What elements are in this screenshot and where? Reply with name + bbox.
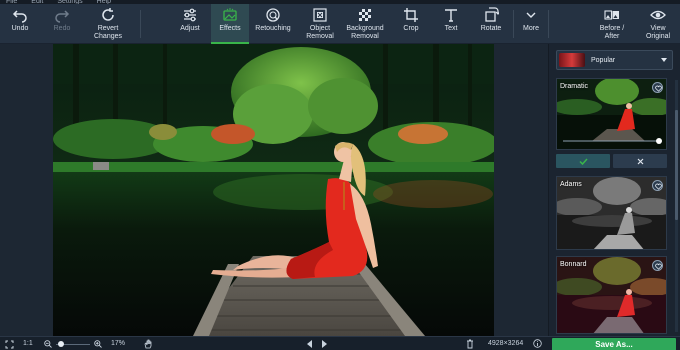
view-original-label: View Original xyxy=(645,25,671,40)
eye-icon xyxy=(650,10,666,20)
photo-image xyxy=(53,44,494,336)
undo-button[interactable]: Undo xyxy=(4,4,36,44)
retouching-icon xyxy=(266,8,280,22)
undo-icon xyxy=(12,10,27,23)
tab-adjust[interactable]: Adjust xyxy=(170,4,210,44)
cancel-filter-button[interactable] xyxy=(613,154,667,168)
before-after-button[interactable]: Before / After xyxy=(591,4,633,44)
photo-editor-window: File Edit Settings Help Undo Redo Revert Ch… xyxy=(0,0,680,350)
image-dimensions: 4928×3264 xyxy=(488,340,524,347)
hand-tool-icon[interactable] xyxy=(144,339,153,349)
tab-text[interactable]: Text xyxy=(436,4,466,44)
undo-label: Undo xyxy=(11,25,29,32)
previous-image-icon[interactable] xyxy=(306,340,313,348)
filter-label: Bonnard xyxy=(560,261,587,268)
tab-object-removal[interactable]: Object Removal xyxy=(300,4,340,44)
tab-retouching[interactable]: Retouching xyxy=(252,4,294,44)
chevron-down-icon xyxy=(526,12,536,18)
favorite-heart-icon[interactable] xyxy=(652,82,663,93)
text-label: Text xyxy=(444,25,458,32)
filter-label: Adams xyxy=(560,181,582,188)
category-thumbnail xyxy=(559,53,585,67)
filter-card-bonnard[interactable]: Bonnard xyxy=(556,256,667,334)
effects-label: Effects xyxy=(219,25,241,32)
fit-screen-icon[interactable] xyxy=(5,340,14,349)
text-icon xyxy=(445,9,457,22)
redo-label: Redo xyxy=(53,25,71,32)
more-label: More xyxy=(523,25,539,32)
redo-icon xyxy=(55,10,70,23)
panel-scrollbar[interactable] xyxy=(675,80,678,332)
background-removal-icon xyxy=(359,9,371,21)
next-image-icon[interactable] xyxy=(321,340,328,348)
trash-icon[interactable] xyxy=(466,339,474,349)
filter-card-adams[interactable]: Adams xyxy=(556,176,667,250)
crop-icon xyxy=(404,8,418,22)
more-button[interactable]: More xyxy=(516,4,546,44)
actual-size-button[interactable]: 1:1 xyxy=(23,340,33,348)
revert-changes-button[interactable]: Revert Changes xyxy=(86,4,130,44)
retouching-label: Retouching xyxy=(255,25,291,32)
tab-background-removal[interactable]: Background Removal xyxy=(342,4,388,44)
zoom-in-icon[interactable] xyxy=(94,340,102,348)
filter-card-dramatic[interactable]: Dramatic xyxy=(556,78,667,150)
tab-effects[interactable]: Effects xyxy=(211,4,249,44)
filter-label: Dramatic xyxy=(560,83,589,90)
scrollbar-thumb[interactable] xyxy=(675,110,678,220)
info-icon[interactable] xyxy=(533,339,542,348)
favorite-heart-icon[interactable] xyxy=(652,180,663,191)
effects-icon xyxy=(223,8,237,21)
tab-rotate[interactable]: Rotate xyxy=(475,4,507,44)
preset-category-value: Popular xyxy=(591,56,616,64)
effects-panel: Popular Dramatic Adams Bonnard xyxy=(548,44,680,336)
revert-label: Revert Changes xyxy=(93,25,123,40)
redo-button[interactable]: Redo xyxy=(46,4,78,44)
rotate-label: Rotate xyxy=(480,25,502,32)
edited-photo[interactable] xyxy=(53,44,494,336)
before-after-icon xyxy=(604,10,619,20)
bonnard-preview xyxy=(557,257,666,333)
tab-crop[interactable]: Crop xyxy=(396,4,426,44)
revert-icon xyxy=(102,8,114,21)
apply-filter-button[interactable] xyxy=(556,154,610,168)
zoom-level: 17% xyxy=(111,340,126,347)
dropdown-arrow-icon xyxy=(661,58,667,62)
status-bar: 1:1 17% 4928×3264 Save As... xyxy=(0,336,680,350)
main-toolbar: Undo Redo Revert Changes Adjust Effects … xyxy=(0,4,680,44)
zoom-slider-handle[interactable] xyxy=(58,341,64,347)
zoom-out-icon[interactable] xyxy=(44,340,52,348)
before-after-label: Before / After xyxy=(599,25,625,40)
preset-category-dropdown[interactable]: Popular xyxy=(556,50,673,70)
save-as-button[interactable]: Save As... xyxy=(552,338,676,350)
toolbar-divider xyxy=(513,10,514,38)
adjust-label: Adjust xyxy=(180,25,200,32)
checkmark-icon xyxy=(578,157,588,165)
rotate-icon xyxy=(485,7,499,22)
canvas-area xyxy=(0,44,548,336)
toolbar-divider xyxy=(140,10,141,38)
object-removal-label: Object Removal xyxy=(306,25,334,40)
view-original-button[interactable]: View Original xyxy=(640,4,676,44)
sliders-icon xyxy=(184,8,196,22)
favorite-heart-icon[interactable] xyxy=(652,260,663,271)
close-icon xyxy=(637,158,643,164)
toolbar-divider xyxy=(548,10,549,38)
background-removal-label: Background Removal xyxy=(346,25,384,40)
object-removal-icon xyxy=(313,8,327,22)
crop-label: Crop xyxy=(403,25,419,32)
